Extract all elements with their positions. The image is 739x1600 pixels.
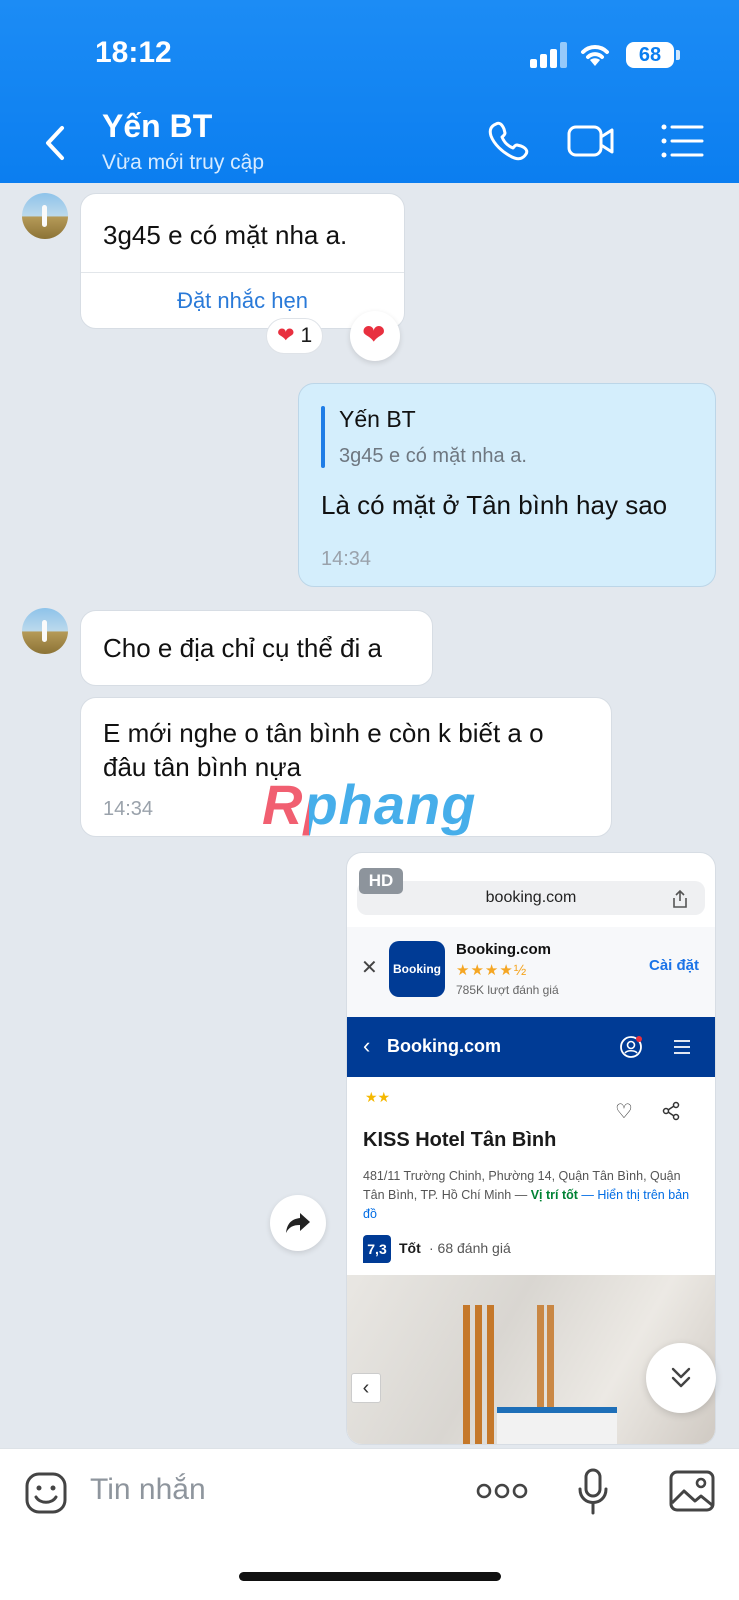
contact-name[interactable]: Yến BT	[102, 108, 212, 145]
reaction-count: 1	[300, 324, 313, 347]
contact-avatar[interactable]	[22, 608, 68, 654]
hotel-name: KISS Hotel Tân Bình	[363, 1129, 557, 1151]
carousel-prev-icon: ‹	[351, 1373, 381, 1403]
app-reviews: 785K lượt đánh giá	[456, 983, 559, 997]
contact-avatar[interactable]	[22, 193, 68, 239]
app-install-banner: ✕ Booking Booking.com ★★★★½ 785K lượt đá…	[347, 927, 715, 1017]
video-call-icon[interactable]	[566, 118, 616, 164]
hotel-address-block: 481/11 Trường Chinh, Phường 14, Quận Tân…	[363, 1167, 699, 1224]
review-count: · 68 đánh giá	[429, 1240, 511, 1256]
account-icon	[620, 1036, 642, 1058]
quote-text: 3g45 e có mặt nha a.	[339, 445, 527, 467]
react-button[interactable]: ❤	[350, 311, 400, 361]
app-rating-stars: ★★★★½	[456, 962, 528, 979]
close-icon: ✕	[361, 957, 378, 979]
microphone-icon[interactable]	[576, 1467, 610, 1515]
nav-title: Booking.com	[387, 1036, 502, 1056]
message-text: Là có mặt ở Tân bình hay sao	[321, 490, 668, 520]
heart-reaction-icon: ❤	[277, 324, 295, 347]
hd-badge: HD	[359, 868, 403, 894]
status-time: 18:12	[95, 36, 172, 69]
booking-nav-bar: ‹ Booking.com	[347, 1017, 715, 1077]
back-icon[interactable]	[38, 118, 74, 168]
quote-sender: Yến BT	[339, 406, 416, 432]
favorite-icon: ♡	[615, 1101, 633, 1123]
forward-button[interactable]	[270, 1195, 326, 1251]
message-text: 3g45 e có mặt nha a.	[103, 220, 348, 250]
watermark-logo: Rphang	[262, 773, 477, 836]
battery-cap	[676, 50, 680, 60]
image-gallery-icon[interactable]	[668, 1469, 716, 1513]
browser-url-bar: booking.com	[357, 881, 705, 915]
location-good: Vị trí tốt	[530, 1188, 578, 1202]
message-time: 14:34	[321, 548, 372, 570]
forward-icon	[286, 1213, 310, 1233]
hotel-stars: ★★	[365, 1089, 391, 1105]
message-bubble-mine[interactable]: Yến BT 3g45 e có mặt nha a. Là có mặt ở …	[298, 383, 716, 587]
chat-header: 18:12 68 Yến BT Vừa mới truy cập	[0, 0, 739, 183]
scroll-to-bottom-button[interactable]	[646, 1343, 716, 1413]
message-bubble[interactable]: Cho e địa chỉ cụ thể đi a	[80, 610, 433, 686]
double-chevron-down-icon	[671, 1367, 691, 1388]
show-on-map-link: — Hiển thị trên	[581, 1188, 665, 1202]
home-indicator	[239, 1572, 501, 1581]
contact-status: Vừa mới truy cập	[102, 151, 265, 174]
message-text-line-1: E mới nghe o tân bình e còn k biết a o	[103, 718, 544, 748]
more-options-icon[interactable]	[476, 1481, 528, 1501]
cellular-signal-icon	[530, 42, 570, 68]
sticker-icon[interactable]	[24, 1471, 68, 1515]
share-icon	[673, 889, 687, 908]
phone-icon[interactable]	[484, 118, 534, 164]
reaction-count-pill[interactable]: ❤ 1	[266, 318, 324, 354]
wifi-icon	[581, 45, 609, 66]
install-button: Cài đặt	[649, 957, 700, 974]
battery-indicator: 68	[626, 42, 674, 68]
message-bubble[interactable]: 3g45 e có mặt nha a. Đặt nhắc hẹn	[80, 193, 405, 329]
message-time: 14:34	[103, 798, 154, 820]
share-network-icon	[662, 1101, 680, 1121]
quote-bar	[321, 406, 325, 468]
booking-app-logo: Booking	[389, 941, 445, 997]
score-label: Tốt	[399, 1240, 421, 1256]
message-text: Cho e địa chỉ cụ thể đi a	[103, 633, 382, 663]
app-name: Booking.com	[456, 941, 552, 958]
review-score: 7,3	[363, 1235, 391, 1263]
message-input[interactable]: Tin nhắn	[90, 1473, 206, 1507]
chevron-left-icon: ‹	[363, 1033, 371, 1058]
menu-icon[interactable]	[658, 118, 708, 164]
hamburger-icon	[674, 1040, 690, 1054]
heart-icon: ❤	[362, 319, 386, 350]
